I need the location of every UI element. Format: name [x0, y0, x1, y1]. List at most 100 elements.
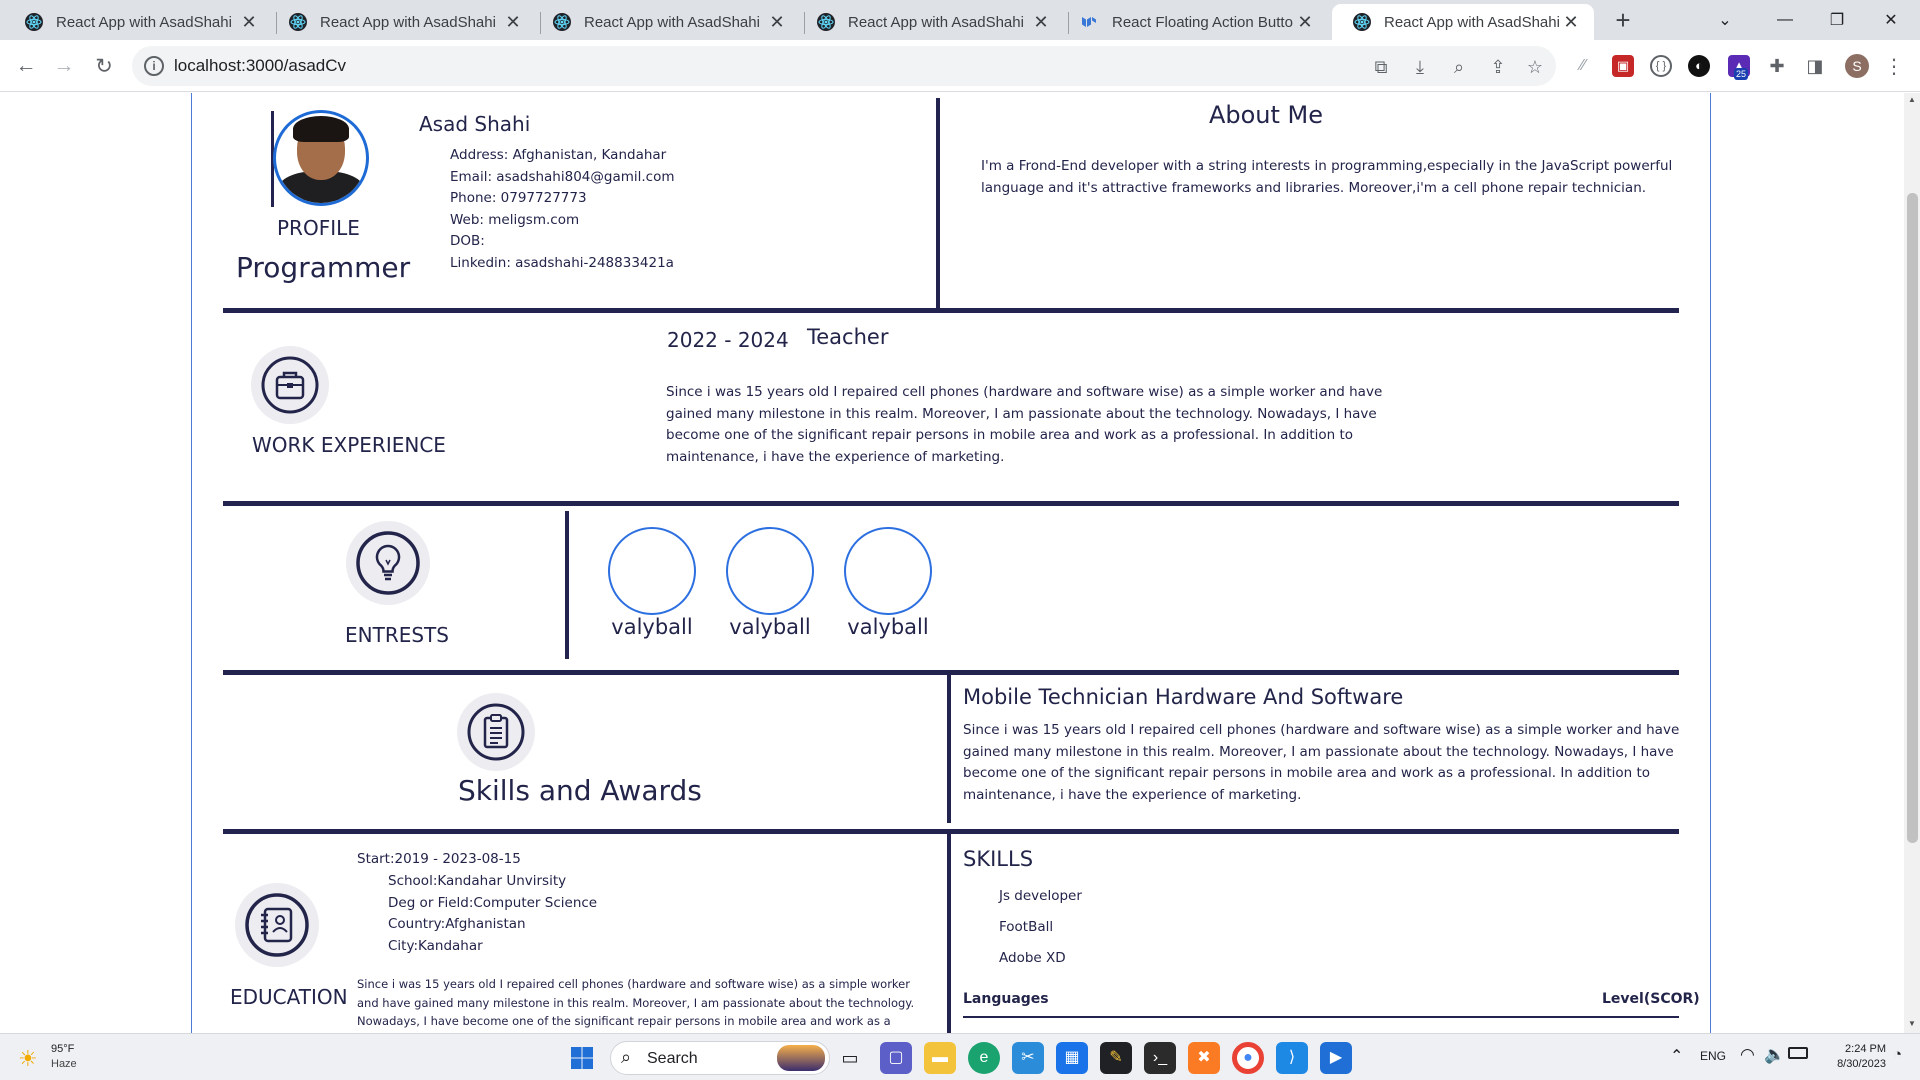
level-label: Level(SCOR) [1602, 991, 1700, 1007]
tab-title: React App with AsadShahi [584, 13, 760, 31]
profile-avatar[interactable]: S [1845, 54, 1869, 78]
close-icon[interactable]: ✕ [1560, 12, 1582, 33]
education-label: EDUCATION [230, 985, 348, 1009]
close-icon[interactable]: ✕ [766, 12, 788, 33]
chrome-icon[interactable]: ● [1232, 1042, 1264, 1074]
forward-icon[interactable]: → [48, 50, 80, 82]
terminal-icon[interactable]: ›_ [1144, 1042, 1176, 1074]
volume-icon[interactable]: 🔈 [1764, 1045, 1785, 1065]
open-in-new-icon[interactable]: ⧉ [1370, 56, 1392, 78]
extension-code-icon[interactable]: { } [1650, 55, 1672, 77]
edge-icon[interactable]: e [968, 1042, 1000, 1074]
profile-web: Web: meligsm.com [450, 211, 580, 228]
tab-3[interactable]: React App with AsadShahi ✕ [532, 4, 800, 40]
share-icon[interactable]: ⇪ [1487, 56, 1509, 78]
minimize-button[interactable]: — [1760, 0, 1810, 40]
teams-icon[interactable]: ▢ [880, 1042, 912, 1074]
clock[interactable]: 2:24 PM 8/30/2023 [1820, 1042, 1886, 1072]
section-divider [223, 501, 1679, 506]
work-text: Since i was 15 years old I repaired cell… [666, 384, 1383, 465]
languages-underline [963, 1016, 1679, 1018]
interest-image [726, 527, 814, 615]
close-icon[interactable]: ✕ [502, 12, 524, 33]
weather-widget[interactable]: ☀ 95°F Haze [18, 1042, 118, 1074]
profile-photo [273, 110, 369, 206]
extension-pen-icon[interactable]: ⁄⁄ [1572, 55, 1594, 77]
section-divider [223, 308, 1679, 313]
section-divider [223, 670, 1679, 675]
react-icon [553, 13, 571, 31]
tab-2[interactable]: React App with AsadShahi ✕ [268, 4, 536, 40]
sticky-notes-icon[interactable]: ✎ [1100, 1042, 1132, 1074]
profile-name: Asad Shahi [419, 112, 531, 136]
education-field: Deg or Field:Computer Science [388, 894, 598, 911]
file-explorer-icon[interactable]: ▬ [924, 1042, 956, 1074]
education-icon-circle [235, 883, 319, 967]
vscode-icon[interactable]: ⟩ [1276, 1042, 1308, 1074]
tab-4[interactable]: React App with AsadShahi ✕ [796, 4, 1064, 40]
close-icon[interactable]: ✕ [1294, 12, 1316, 33]
close-window-button[interactable]: ✕ [1866, 0, 1916, 40]
site-info-icon[interactable]: i [144, 56, 164, 76]
restore-button[interactable]: ❐ [1812, 0, 1862, 40]
briefcase-icon [261, 356, 319, 414]
tab-1[interactable]: React App with AsadShahi ✕ [4, 4, 272, 40]
close-icon[interactable]: ✕ [238, 12, 260, 33]
side-panel-icon[interactable]: ◨ [1804, 55, 1826, 77]
tab-strip: React App with AsadShahi ✕ React App wit… [0, 0, 1920, 40]
new-tab-button[interactable]: + [1608, 6, 1638, 36]
skills-awards-label: Skills and Awards [458, 774, 702, 807]
education-divider [947, 833, 951, 1033]
extension-red-icon[interactable]: ▣ [1612, 55, 1634, 77]
photo-hair [293, 116, 349, 142]
scroll-up-icon[interactable]: ▲ [1908, 95, 1916, 104]
tab-active[interactable]: React App with AsadShahi ✕ [1332, 4, 1594, 40]
wifi-icon[interactable]: ◠ [1740, 1045, 1755, 1065]
section-divider [223, 829, 1679, 834]
extensions-puzzle-icon[interactable]: ✚ [1766, 55, 1788, 77]
profile-role: Programmer [236, 251, 411, 284]
zoom-icon[interactable]: ⌕ [1448, 56, 1470, 78]
task-view-icon[interactable]: ▭ [834, 1042, 866, 1074]
scrollbar-thumb[interactable] [1907, 193, 1918, 843]
install-icon[interactable]: ⤓ [1409, 56, 1431, 78]
education-country: Country:Afghanistan [388, 916, 526, 932]
battery-icon[interactable] [1788, 1047, 1808, 1059]
skills-title: SKILLS [963, 847, 1034, 871]
url-text[interactable]: localhost:3000/asadCv [174, 56, 346, 76]
skill-item: FootBall [999, 919, 1054, 935]
education-start: Start:2019 - 2023-08-15 [357, 851, 521, 867]
interest-image [844, 527, 932, 615]
tab-search-icon[interactable]: ⌄ [1700, 0, 1750, 40]
react-icon [289, 13, 307, 31]
extension-graduation-icon[interactable]: ▲ 25 [1728, 55, 1750, 80]
skill-item: Adobe XD [999, 950, 1066, 966]
language-indicator[interactable]: ENG [1700, 1049, 1726, 1063]
address-bar[interactable]: i localhost:3000/asadCv ⧉ ⤓ ⌕ ⇪ ☆ [132, 46, 1556, 86]
lightbulb-icon [356, 531, 420, 595]
tab-5[interactable]: React Floating Action Button ✕ [1060, 4, 1328, 40]
notification-icon[interactable]: ◔ [1893, 1046, 1902, 1063]
work-period: 2022 - 2024 [667, 328, 789, 352]
profile-label: PROFILE [277, 216, 360, 240]
store-icon[interactable]: ▦ [1056, 1042, 1088, 1074]
close-icon[interactable]: ✕ [1030, 12, 1052, 33]
scroll-down-icon[interactable]: ▼ [1908, 1019, 1916, 1028]
education-details: School:Kandahar Unvirsity Deg or Field:C… [388, 871, 808, 957]
more-menu-icon[interactable]: ⋮ [1884, 54, 1904, 79]
award-title: Mobile Technician Hardware And Software [963, 685, 1404, 709]
extension-black-icon[interactable]: ◐ [1688, 55, 1710, 77]
back-icon[interactable]: ← [10, 50, 42, 82]
search-label: Search [647, 1050, 698, 1067]
tab-title: React App with AsadShahi [848, 13, 1024, 31]
bookmark-star-icon[interactable]: ☆ [1524, 56, 1546, 78]
app-icon[interactable]: ▶ [1320, 1042, 1352, 1074]
tray-chevron-icon[interactable]: ⌃ [1670, 1046, 1683, 1066]
windows-start-icon[interactable] [570, 1046, 594, 1070]
xampp-icon[interactable]: ✖ [1188, 1042, 1220, 1074]
reload-icon[interactable]: ↻ [88, 50, 120, 82]
snip-icon[interactable]: ✂ [1012, 1042, 1044, 1074]
page-scrollbar[interactable]: ▲ ▼ [1904, 93, 1920, 1033]
browser-toolbar: ← → ↻ i localhost:3000/asadCv ⧉ ⤓ ⌕ ⇪ ☆ … [0, 40, 1920, 92]
taskbar-search[interactable]: ⌕ Search [610, 1041, 830, 1075]
